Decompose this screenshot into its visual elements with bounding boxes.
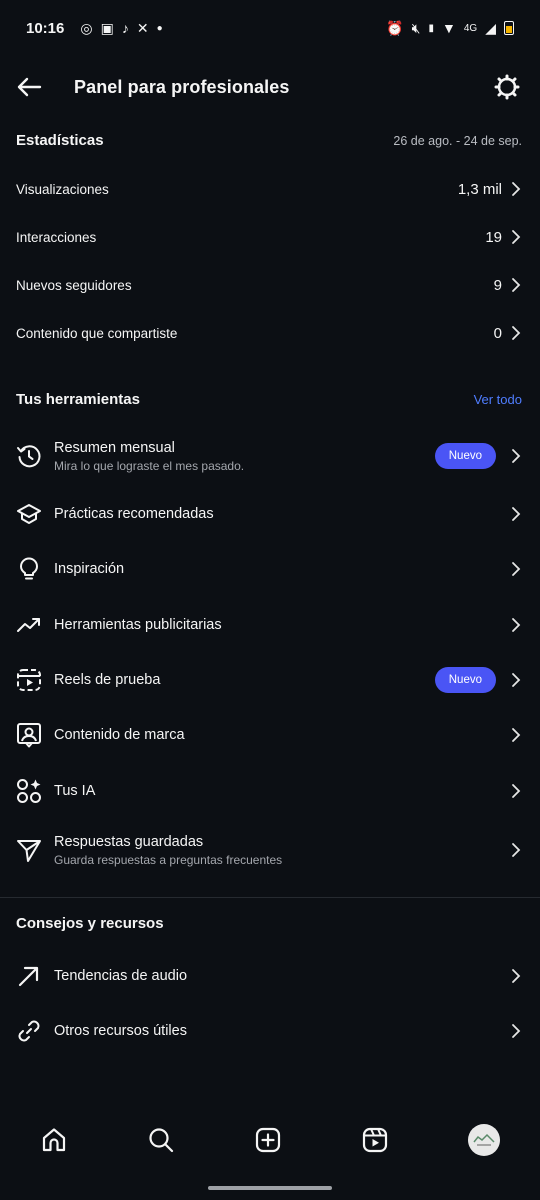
resource-label: Tendencias de audio: [54, 968, 188, 984]
dot-icon: ●: [156, 22, 163, 34]
section-divider: [0, 897, 540, 898]
see-all-link[interactable]: Ver todo: [474, 392, 522, 407]
stat-label: Contenido que compartiste: [16, 325, 178, 341]
date-range[interactable]: 26 de ago. - 24 de sep.: [393, 134, 522, 148]
chevron-right-icon: [512, 507, 521, 521]
chevron-right-icon: [512, 784, 521, 798]
link-icon: [18, 1020, 40, 1042]
tool-label: Herramientas publicitarias: [54, 617, 222, 633]
tool-label: Contenido de marca: [54, 727, 185, 743]
settings-button[interactable]: [494, 74, 520, 100]
tool-subtitle: Mira lo que lograste el mes pasado.: [54, 458, 245, 473]
mute-icon: 🔇︎: [411, 19, 421, 36]
history-icon: [17, 445, 41, 468]
tool-label: Reels de prueba: [54, 672, 161, 688]
status-time: 10:16: [26, 19, 65, 37]
tool-label: Tus IA: [54, 783, 96, 799]
tool-trial-reels[interactable]: Reels de prueba Nuevo: [16, 652, 522, 708]
stat-row-shared-content[interactable]: Contenido que compartiste 0: [16, 309, 522, 357]
lightbulb-icon: [20, 557, 38, 580]
tools-header: Tus herramientas Ver todo: [16, 391, 522, 408]
reels-test-icon: [17, 669, 41, 691]
tool-label: Inspiración: [54, 561, 125, 577]
resource-audio-trends[interactable]: Tendencias de audio: [16, 948, 522, 1004]
whatsapp-icon: ◎: [80, 19, 93, 36]
resource-other-useful[interactable]: Otros recursos útiles: [16, 1003, 522, 1059]
stats-header: Estadísticas 26 de ago. - 24 de sep.: [16, 132, 522, 149]
status-bar: 10:16 ◎ ▣ ♪ ✕ ● ⏰ 🔇︎ ▮ ▼ 4G ◢: [0, 0, 540, 56]
stat-row-interactions[interactable]: Interacciones 19: [16, 213, 522, 261]
instagram-icon: ▣: [100, 19, 114, 36]
trending-up-icon: [17, 618, 40, 632]
tool-label: Respuestas guardadas: [54, 833, 204, 850]
stats-title: Estadísticas: [16, 132, 104, 149]
new-badge: Nuevo: [434, 667, 496, 693]
gear-icon: [494, 74, 520, 100]
chevron-right-icon: [512, 326, 521, 340]
ai-icon: [17, 779, 41, 803]
alarm-icon: ⏰: [386, 19, 404, 36]
tool-your-ai[interactable]: Tus IA: [16, 763, 522, 819]
chevron-right-icon: [512, 230, 521, 244]
home-icon[interactable]: [40, 1126, 68, 1154]
chevron-right-icon: [512, 969, 521, 983]
stat-value: 19: [485, 228, 502, 246]
stat-label: Interacciones: [16, 229, 97, 245]
graduation-cap-icon: [17, 504, 41, 524]
profile-avatar[interactable]: [468, 1124, 501, 1156]
resource-label: Otros recursos útiles: [54, 1023, 187, 1039]
arrow-left-icon: [17, 77, 42, 97]
tool-monthly-summary[interactable]: Resumen mensual Mira lo que lograste el …: [16, 428, 522, 484]
stat-row-views[interactable]: Visualizaciones 1,3 mil: [16, 165, 522, 213]
arrow-up-right-icon: [18, 966, 39, 987]
signal-icon: ◢: [485, 19, 496, 36]
send-icon: [17, 840, 41, 862]
stat-value: 0: [493, 324, 502, 342]
chevron-right-icon: [512, 562, 521, 576]
tool-saved-replies[interactable]: Respuestas guardadas Guarda respuestas a…: [16, 822, 522, 878]
chevron-right-icon: [512, 278, 521, 292]
tools-title: Tus herramientas: [16, 391, 140, 408]
back-button[interactable]: [16, 74, 42, 100]
header: Panel para profesionales: [0, 56, 540, 118]
chevron-right-icon: [512, 182, 521, 196]
stat-value: 1,3 mil: [457, 180, 502, 198]
resources-title: Consejos y recursos: [16, 915, 164, 932]
tool-branded-content[interactable]: Contenido de marca: [16, 707, 522, 763]
tool-ad-tools[interactable]: Herramientas publicitarias: [16, 597, 522, 653]
create-icon[interactable]: [254, 1126, 282, 1154]
tool-label: Resumen mensual: [54, 439, 175, 456]
tool-label: Prácticas recomendadas: [54, 506, 214, 522]
x-icon: ✕: [136, 19, 149, 36]
tool-subtitle: Guarda respuestas a preguntas frecuentes: [54, 852, 283, 867]
stat-label: Visualizaciones: [16, 181, 109, 197]
wifi-icon: ▼: [442, 20, 456, 36]
resources-header: Consejos y recursos: [16, 915, 522, 932]
chevron-right-icon: [512, 673, 521, 687]
volte-icon: ▮: [428, 22, 435, 34]
network-label: 4G: [463, 22, 478, 34]
tiktok-icon: ♪: [121, 20, 129, 36]
chevron-right-icon: [512, 843, 521, 857]
home-indicator[interactable]: [208, 1186, 332, 1190]
reels-icon[interactable]: [361, 1126, 389, 1154]
stat-label: Nuevos seguidores: [16, 277, 132, 293]
chevron-right-icon: [512, 449, 521, 463]
chevron-right-icon: [512, 728, 521, 742]
stat-row-followers[interactable]: Nuevos seguidores 9: [16, 261, 522, 309]
branded-content-icon: [17, 723, 41, 748]
battery-icon: [504, 21, 514, 35]
chevron-right-icon: [512, 1024, 521, 1038]
page-title: Panel para profesionales: [74, 76, 290, 97]
new-badge: Nuevo: [434, 443, 496, 469]
bottom-nav: [0, 1090, 540, 1200]
tool-inspiration[interactable]: Inspiración: [16, 541, 522, 597]
avatar-image-icon: [473, 1133, 495, 1146]
tool-best-practices[interactable]: Prácticas recomendadas: [16, 486, 522, 542]
stat-value: 9: [493, 276, 502, 294]
search-icon[interactable]: [147, 1126, 175, 1154]
chevron-right-icon: [512, 618, 521, 632]
